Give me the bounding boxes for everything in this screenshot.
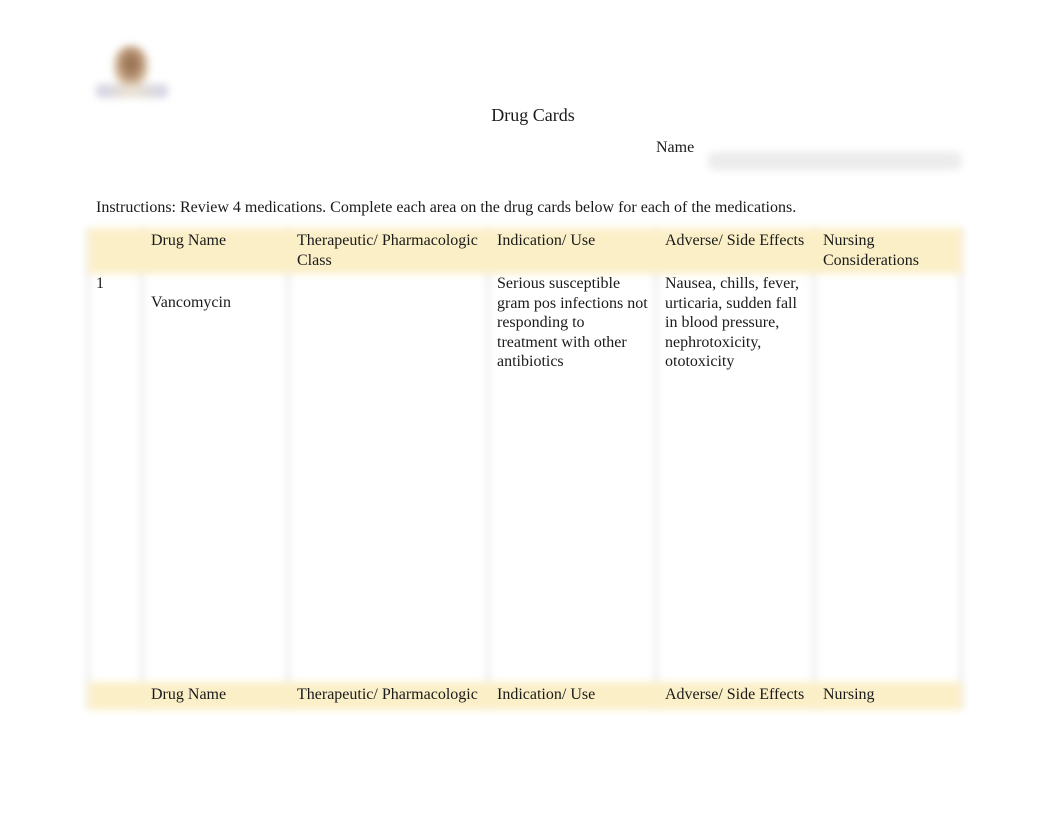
instructions-text: Instructions: Review 4 medications. Comp… (96, 199, 797, 216)
university-seal-logo (92, 40, 172, 108)
class-cell[interactable] (288, 274, 488, 682)
drug-card-table: Drug Name Therapeutic/ Pharmacologic Cla… (88, 228, 962, 710)
header-class: Therapeutic/ Pharmacologic (297, 686, 478, 703)
header-adverse-effects: Adverse/ Side Effects (665, 686, 805, 703)
header-adverse-effects: Adverse/ Side Effects (665, 232, 805, 249)
document-title: Drug Cards (491, 105, 575, 125)
table-header-row-2: Drug Name Therapeutic/ Pharmacologic Ind… (88, 682, 962, 710)
header-nursing-considerations: Nursing Considerations (823, 232, 919, 269)
adverse-effects-cell[interactable]: Nausea, chills, fever, urticaria, sudden… (656, 274, 814, 682)
table-header-row: Drug Name Therapeutic/ Pharmacologic Cla… (88, 228, 962, 274)
seal-banner (96, 84, 168, 98)
header-nursing-considerations: Nursing (823, 686, 875, 703)
name-field-redacted[interactable] (708, 152, 962, 170)
header-drug-name: Drug Name (151, 232, 227, 249)
drug-name-cell[interactable]: Vancomycin (142, 274, 288, 682)
drug-name: Vancomycin (151, 294, 231, 311)
table-row: 1 Vancomycin Serious susceptible gram po… (88, 274, 962, 682)
header-number (88, 228, 142, 274)
header-indication: Indication/ Use (497, 232, 596, 249)
header-drug-name: Drug Name (151, 686, 227, 703)
name-label: Name (656, 139, 695, 156)
row-number-cell: 1 (88, 274, 142, 682)
header-number (88, 682, 142, 710)
header-class: Therapeutic/ Pharmacologic Class (297, 232, 478, 269)
indication-cell[interactable]: Serious susceptible gram pos infections … (488, 274, 656, 682)
header-indication: Indication/ Use (497, 686, 596, 703)
nursing-considerations-cell[interactable] (814, 274, 962, 682)
row-number: 1 (96, 275, 104, 292)
seal-icon (114, 46, 148, 86)
